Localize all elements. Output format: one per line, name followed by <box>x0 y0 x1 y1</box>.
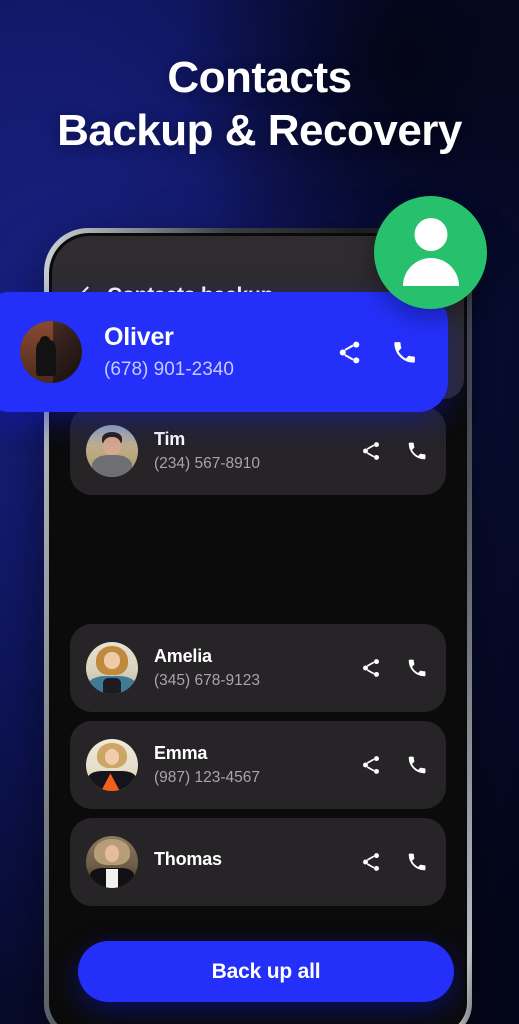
contact-meta: Thomas <box>154 848 360 876</box>
share-icon[interactable] <box>360 440 382 462</box>
share-icon[interactable] <box>360 657 382 679</box>
row-actions <box>360 657 428 679</box>
phone-icon[interactable] <box>406 754 428 776</box>
row-actions <box>360 440 428 462</box>
contact-phone: (345) 678-9123 <box>154 672 260 690</box>
contact-meta: Emma (987) 123-4567 <box>154 742 360 788</box>
contact-row[interactable]: Emma (987) 123-4567 <box>70 721 446 809</box>
headline-line-1: Contacts <box>167 53 352 102</box>
person-icon-head <box>414 218 447 251</box>
phone-icon[interactable] <box>406 657 428 679</box>
phone-icon[interactable] <box>406 851 428 873</box>
contact-meta: Amelia (345) 678-9123 <box>154 645 360 691</box>
contact-name: Amelia <box>154 645 212 666</box>
contact-row[interactable]: Thomas <box>70 818 446 906</box>
share-icon[interactable] <box>336 339 363 366</box>
contact-row[interactable]: Amelia (345) 678-9123 <box>70 624 446 712</box>
contact-name: Emma <box>154 742 208 763</box>
contact-meta: Oliver (678) 901-2340 <box>104 322 336 382</box>
person-icon <box>374 196 487 309</box>
contact-name: Tim <box>154 428 186 449</box>
share-icon[interactable] <box>360 754 382 776</box>
contact-row[interactable]: Tim (234) 567-8910 <box>70 407 446 495</box>
contact-phone: (987) 123-4567 <box>154 769 260 787</box>
avatar <box>86 425 138 477</box>
contact-name: Thomas <box>154 849 222 870</box>
headline-line-2: Backup & Recovery <box>57 106 462 156</box>
share-icon[interactable] <box>360 851 382 873</box>
row-actions <box>336 339 418 366</box>
page-title: Contacts Backup & Recovery <box>0 54 519 154</box>
row-actions <box>360 851 428 873</box>
highlight-spacer <box>70 504 446 624</box>
phone-icon[interactable] <box>406 440 428 462</box>
contact-phone: (678) 901-2340 <box>104 359 234 381</box>
avatar <box>20 321 82 383</box>
contact-row-selected[interactable]: Oliver (678) 901-2340 <box>0 292 448 412</box>
contact-phone: (234) 567-8910 <box>154 455 260 473</box>
row-actions <box>360 754 428 776</box>
phone-icon[interactable] <box>391 339 418 366</box>
avatar <box>86 642 138 694</box>
contact-name: Oliver <box>104 322 174 351</box>
person-icon-body <box>402 258 459 286</box>
avatar <box>86 836 138 888</box>
contact-list: Tim (234) 567-8910 Amelia (345) 678-9123… <box>52 407 464 915</box>
contact-meta: Tim (234) 567-8910 <box>154 428 360 474</box>
avatar <box>86 739 138 791</box>
back-up-all-button[interactable]: Back up all <box>78 941 454 1002</box>
